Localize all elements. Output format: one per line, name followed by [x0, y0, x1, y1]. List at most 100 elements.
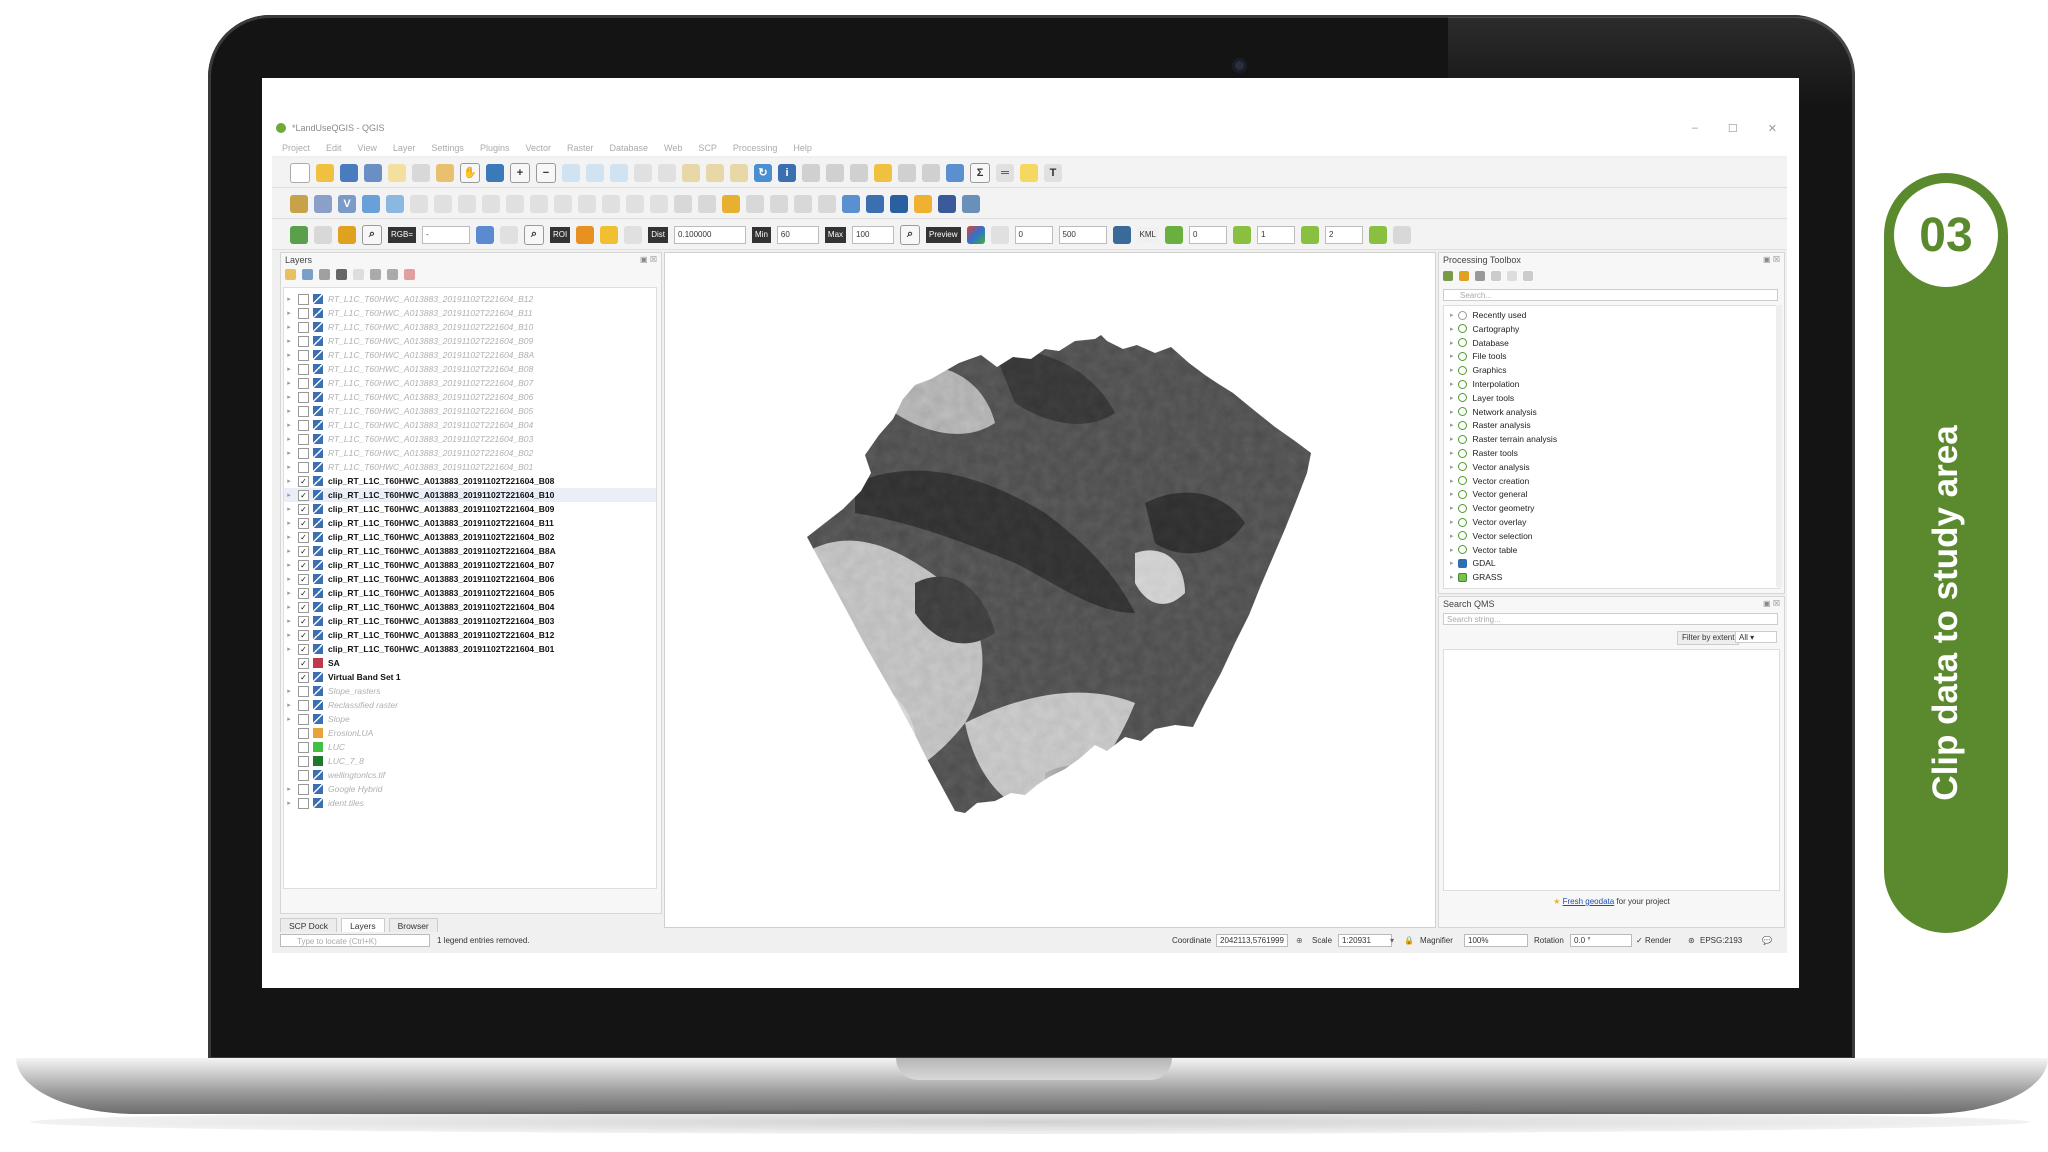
copy-features-icon[interactable]: [578, 194, 596, 213]
processing-toolbox-icon[interactable]: [946, 163, 964, 182]
menu-processing[interactable]: Processing: [733, 143, 778, 153]
collapse-all-icon[interactable]: [387, 269, 398, 280]
expand-arrow-icon[interactable]: ▸: [284, 603, 294, 611]
qms-search-icon[interactable]: [866, 194, 884, 213]
metasearch-icon[interactable]: [938, 194, 956, 213]
layer-visibility-checkbox[interactable]: [298, 391, 309, 403]
statistical-summary-icon[interactable]: Σ: [970, 162, 990, 183]
scp-std-stretch-icon[interactable]: [500, 225, 519, 244]
preview-classification-icon[interactable]: [966, 225, 985, 244]
scp-create-roi-icon[interactable]: [576, 225, 595, 244]
change-label-icon[interactable]: [818, 194, 836, 213]
band-green-input[interactable]: 1: [1256, 225, 1295, 244]
expand-arrow-icon[interactable]: ▸: [1450, 311, 1454, 319]
scp-auto-refresh-icon[interactable]: [624, 225, 643, 244]
toggle-editing-icon[interactable]: [434, 194, 452, 213]
layer-labeling-icon[interactable]: [722, 194, 740, 213]
processing-provider-item[interactable]: ▸ GDAL: [1450, 556, 1496, 570]
map-canvas[interactable]: [664, 252, 1436, 928]
expand-arrow-icon[interactable]: ▸: [284, 589, 294, 597]
band-red-input[interactable]: 0: [1188, 225, 1227, 244]
scripts-icon[interactable]: [1459, 271, 1469, 281]
expand-arrow-icon[interactable]: ▸: [284, 337, 294, 345]
layer-visibility-checkbox[interactable]: [298, 363, 309, 375]
layer-visibility-checkbox[interactable]: [298, 335, 309, 347]
qms-search-input[interactable]: Search string...: [1443, 613, 1778, 625]
pan-hand-icon[interactable]: ✋: [460, 162, 480, 183]
qms-panel-controls-icon[interactable]: ▣ ☒: [1763, 599, 1780, 608]
lock-scale-icon[interactable]: 🔒: [1404, 934, 1414, 947]
processing-provider-item[interactable]: ▸ Raster tools: [1450, 446, 1518, 460]
rotation-spinbox[interactable]: 0.0 °: [1570, 934, 1632, 947]
style-manager-icon[interactable]: [436, 163, 454, 182]
layer-visibility-checkbox[interactable]: [298, 783, 309, 795]
layer-row[interactable]: ▸ ✓ clip_RT_L1C_T60HWC_A013883_20191102T22…: [284, 502, 656, 516]
expand-arrow-icon[interactable]: ▸: [284, 295, 294, 303]
expand-arrow-icon[interactable]: ▸: [284, 617, 294, 625]
layer-visibility-checkbox[interactable]: ✓: [298, 517, 309, 529]
menu-settings[interactable]: Settings: [431, 143, 464, 153]
menu-raster[interactable]: Raster: [567, 143, 594, 153]
layer-row[interactable]: ▸ ✓ clip_RT_L1C_T60HWC_A013883_20191102T22…: [284, 530, 656, 544]
layer-row[interactable]: ▸ ✓ clip_RT_L1C_T60HWC_A013883_20191102T22…: [284, 642, 656, 656]
move-label-icon[interactable]: [770, 194, 788, 213]
expand-all-icon[interactable]: [370, 269, 381, 280]
layer-visibility-checkbox[interactable]: [298, 307, 309, 319]
layer-visibility-checkbox[interactable]: [298, 755, 309, 767]
messages-icon[interactable]: 💬: [1762, 934, 1772, 947]
layer-row[interactable]: ▸ RT_L1C_T60HWC_A013883_20191102T221604_B…: [284, 390, 656, 404]
layer-row[interactable]: ▸ Google Hybrid: [284, 782, 656, 796]
redo-icon[interactable]: [650, 194, 668, 213]
save-as-icon[interactable]: [364, 163, 382, 182]
scale-dropdown-icon[interactable]: ▾: [1390, 934, 1394, 947]
pin-labels-icon[interactable]: [698, 194, 716, 213]
band-blue-input[interactable]: 2: [1324, 225, 1363, 244]
filter-by-extent-button[interactable]: Filter by extent: [1677, 631, 1740, 645]
processing-provider-item[interactable]: ▸ Raster analysis: [1450, 418, 1531, 432]
expand-arrow-icon[interactable]: ▸: [284, 491, 294, 499]
scp-input-image-icon[interactable]: [338, 225, 356, 244]
zoom-next-icon[interactable]: [658, 163, 676, 182]
layer-visibility-checkbox[interactable]: [298, 713, 309, 725]
zoom-layer-icon[interactable]: [610, 163, 628, 182]
layer-visibility-checkbox[interactable]: [298, 797, 309, 809]
new-project-icon[interactable]: [290, 162, 310, 183]
s-input[interactable]: 500: [1058, 225, 1107, 244]
layer-row[interactable]: ▸ ✓ clip_RT_L1C_T60HWC_A013883_20191102T22…: [284, 516, 656, 530]
scale-combo[interactable]: 1:20931: [1338, 934, 1392, 947]
layer-visibility-checkbox[interactable]: [298, 741, 309, 753]
history-icon[interactable]: [1475, 271, 1485, 281]
scp-remove-temp-icon[interactable]: [1112, 225, 1131, 244]
expand-arrow-icon[interactable]: ▸: [284, 519, 294, 527]
layer-row[interactable]: ▸ RT_L1C_T60HWC_A013883_20191102T221604_B…: [284, 292, 656, 306]
layer-visibility-checkbox[interactable]: [298, 377, 309, 389]
processing-provider-item[interactable]: ▸ Vector general: [1450, 487, 1527, 501]
expand-arrow-icon[interactable]: ▸: [1450, 490, 1454, 498]
layer-visibility-checkbox[interactable]: [298, 699, 309, 711]
processing-provider-item[interactable]: ▸ Vector geometry: [1450, 501, 1534, 515]
layer-visibility-checkbox[interactable]: [298, 727, 309, 739]
expand-arrow-icon[interactable]: ▸: [1450, 559, 1454, 567]
layer-row[interactable]: ▸ ident.tiles: [284, 796, 656, 810]
quickmapservices-icon[interactable]: [842, 194, 860, 213]
add-raster-layer-icon[interactable]: V: [338, 194, 356, 213]
layer-row[interactable]: ▸ Slope: [284, 712, 656, 726]
expand-arrow-icon[interactable]: ▸: [1450, 546, 1454, 554]
magnifier-spinbox[interactable]: 100%: [1464, 934, 1528, 947]
expand-arrow-icon[interactable]: ▸: [1450, 366, 1454, 374]
layer-row[interactable]: ▸ RT_L1C_T60HWC_A013883_20191102T221604_B…: [284, 306, 656, 320]
layer-row[interactable]: LUC: [284, 740, 656, 754]
results-viewer-icon[interactable]: [1491, 271, 1501, 281]
expand-arrow-icon[interactable]: ▸: [284, 533, 294, 541]
show-bookmarks-icon[interactable]: [730, 163, 748, 182]
expand-arrow-icon[interactable]: ▸: [284, 645, 294, 653]
maximize-button[interactable]: ☐: [1728, 122, 1738, 135]
models-icon[interactable]: [1443, 271, 1453, 281]
expand-arrow-icon[interactable]: ▸: [1450, 352, 1454, 360]
locator-search-input[interactable]: Type to locate (Ctrl+K): [280, 934, 430, 947]
layer-visibility-checkbox[interactable]: ✓: [298, 573, 309, 585]
layer-row[interactable]: ErosionLUA: [284, 726, 656, 740]
layer-row[interactable]: LUC_7_8: [284, 754, 656, 768]
expand-arrow-icon[interactable]: ▸: [1450, 408, 1454, 416]
expand-arrow-icon[interactable]: ▸: [284, 785, 294, 793]
